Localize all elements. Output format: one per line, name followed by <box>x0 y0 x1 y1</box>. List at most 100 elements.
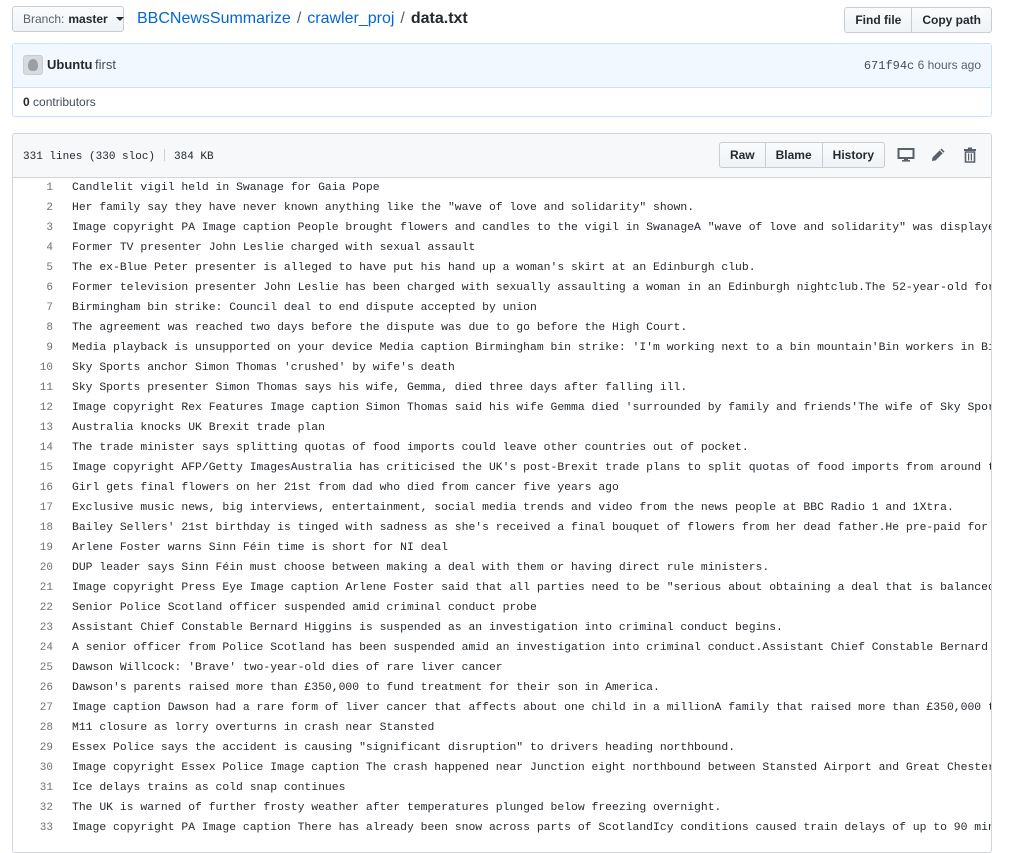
branch-name: master <box>68 12 108 26</box>
line-content: The agreement was reached two days befor… <box>72 322 688 334</box>
branch-prefix: Branch: <box>23 12 65 26</box>
breadcrumb-separator: / <box>296 10 302 27</box>
line-number[interactable]: 21 <box>13 578 72 598</box>
avatar[interactable] <box>23 55 43 75</box>
line-content: Ice delays trains as cold snap continues <box>72 782 346 794</box>
line-content: Bailey Sellers' 21st birthday is tinged … <box>72 522 991 534</box>
line-number[interactable]: 5 <box>13 258 72 278</box>
line-content: Media playback is unsupported on your de… <box>72 342 991 354</box>
file-line-count: 331 lines (330 sloc) <box>23 151 156 163</box>
code-line: 6 Former television presenter John Leslie… <box>13 278 991 298</box>
line-number[interactable]: 1 <box>13 178 72 198</box>
line-number[interactable]: 2 <box>13 198 72 218</box>
file-info: 331 lines (330 sloc) 384 KB <box>23 149 214 163</box>
code-line: 5 The ex-Blue Peter presenter is alleged … <box>13 258 991 278</box>
line-number[interactable]: 31 <box>13 778 72 798</box>
commit-tease: Ubuntu first 671f94c 6 hours ago 0 contr… <box>12 43 992 117</box>
code-line: 9 Media playback is unsupported on your d… <box>13 338 991 358</box>
code-line: 32 The UK is warned of further frosty wea… <box>13 798 991 818</box>
blame-button[interactable]: Blame <box>765 142 823 168</box>
code-line: 26 Dawson's parents raised more than £350… <box>13 678 991 698</box>
code-line: 20 DUP leader says Sinn Féin must choose … <box>13 558 991 578</box>
breadcrumb-file-name: data.txt <box>410 10 468 27</box>
line-number[interactable]: 15 <box>13 458 72 478</box>
line-content: Birmingham bin strike: Council deal to e… <box>72 302 537 314</box>
breadcrumb-repo-link[interactable]: BBCNewsSummarize <box>137 10 291 27</box>
code-line: 15 Image copyright AFP/Getty ImagesAustra… <box>13 458 991 478</box>
line-number[interactable]: 11 <box>13 378 72 398</box>
file-size: 384 KB <box>174 151 214 163</box>
line-content: Sky Sports anchor Simon Thomas 'crushed'… <box>72 362 455 374</box>
line-content: Sky Sports presenter Simon Thomas says h… <box>72 382 688 394</box>
line-number[interactable]: 19 <box>13 538 72 558</box>
line-content: DUP leader says Sinn Féin must choose be… <box>72 562 770 574</box>
file-nav-buttons: Find file Copy path <box>844 7 992 33</box>
line-number[interactable]: 18 <box>13 518 72 538</box>
code-line: 12 Image copyright Rex Features Image cap… <box>13 398 991 418</box>
line-number[interactable]: 22 <box>13 598 72 618</box>
line-number[interactable]: 30 <box>13 758 72 778</box>
code-line: 1 Candlelit vigil held in Swanage for Gai… <box>13 178 991 198</box>
copy-path-button[interactable]: Copy path <box>912 7 992 33</box>
line-content: Dawson Willcock: 'Brave' two-year-old di… <box>72 662 503 674</box>
code-line: 24 A senior officer from Police Scotland … <box>13 638 991 658</box>
pencil-icon[interactable] <box>927 144 949 166</box>
code-line: 28 M11 closure as lorry overturns in cras… <box>13 718 991 738</box>
breadcrumb-separator: / <box>400 10 405 27</box>
file-content: 1 Candlelit vigil held in Swanage for Gai… <box>13 178 991 852</box>
line-number[interactable]: 20 <box>13 558 72 578</box>
branch-select-button[interactable]: Branch: master <box>12 6 124 32</box>
file-actions: Raw Blame History <box>718 142 981 168</box>
raw-button[interactable]: Raw <box>718 142 766 168</box>
code-line: 23 Assistant Chief Constable Bernard Higg… <box>13 618 991 638</box>
breadcrumb-folder-link[interactable]: crawler_proj <box>307 10 394 27</box>
line-number[interactable]: 16 <box>13 478 72 498</box>
commit-meta: 671f94c 6 hours ago <box>864 58 981 73</box>
line-content: Dawson's parents raised more than £350,0… <box>72 682 660 694</box>
commit-author-link[interactable]: Ubuntu <box>47 57 92 72</box>
line-number[interactable]: 27 <box>13 698 72 718</box>
line-number[interactable]: 24 <box>13 638 72 658</box>
line-number[interactable]: 14 <box>13 438 72 458</box>
line-number[interactable]: 32 <box>13 798 72 818</box>
history-button[interactable]: History <box>822 142 885 168</box>
line-number[interactable]: 8 <box>13 318 72 338</box>
file-header: 331 lines (330 sloc) 384 KB Raw Blame His… <box>13 134 991 178</box>
trashcan-icon[interactable] <box>959 144 981 166</box>
code-line: 11 Sky Sports presenter Simon Thomas says… <box>13 378 991 398</box>
latest-commit: Ubuntu first 671f94c 6 hours ago <box>13 44 991 88</box>
line-number[interactable]: 3 <box>13 218 72 238</box>
line-content: Assistant Chief Constable Bernard Higgin… <box>72 622 783 634</box>
code-line: 22 Senior Police Scotland officer suspend… <box>13 598 991 618</box>
line-number[interactable]: 29 <box>13 738 72 758</box>
code-line: 4 Former TV presenter John Leslie charged… <box>13 238 991 258</box>
line-content: Former television presenter John Leslie … <box>72 282 991 294</box>
file-view-buttons: Raw Blame History <box>718 142 885 168</box>
line-number[interactable]: 23 <box>13 618 72 638</box>
line-content: Exclusive music news, big interviews, en… <box>72 502 954 514</box>
line-number[interactable]: 33 <box>13 818 72 838</box>
find-file-button[interactable]: Find file <box>844 7 913 33</box>
line-number[interactable]: 4 <box>13 238 72 258</box>
line-number[interactable]: 10 <box>13 358 72 378</box>
line-number[interactable]: 26 <box>13 678 72 698</box>
code-line: 16 Girl gets final flowers on her 21st fr… <box>13 478 991 498</box>
line-number[interactable]: 7 <box>13 298 72 318</box>
line-number[interactable]: 9 <box>13 338 72 358</box>
commit-message-link[interactable]: first <box>95 57 116 72</box>
commit-sha-link[interactable]: 671f94c <box>864 59 914 73</box>
contributors-summary[interactable]: 0 contributors <box>23 95 96 109</box>
line-number[interactable]: 13 <box>13 418 72 438</box>
line-number[interactable]: 12 <box>13 398 72 418</box>
line-content: Her family say they have never known any… <box>72 202 695 214</box>
line-number[interactable]: 6 <box>13 278 72 298</box>
desktop-icon[interactable] <box>895 144 917 166</box>
line-number[interactable]: 28 <box>13 718 72 738</box>
code-line: 14 The trade minister says splitting quot… <box>13 438 991 458</box>
line-content: Image copyright Press Eye Image caption … <box>72 582 991 594</box>
code-line: 30 Image copyright Essex Police Image cap… <box>13 758 991 778</box>
file-navigation: Branch: master BBCNewsSummarize / crawler_… <box>12 6 992 34</box>
line-number[interactable]: 17 <box>13 498 72 518</box>
code-line: 31 Ice delays trains as cold snap continu… <box>13 778 991 798</box>
line-number[interactable]: 25 <box>13 658 72 678</box>
